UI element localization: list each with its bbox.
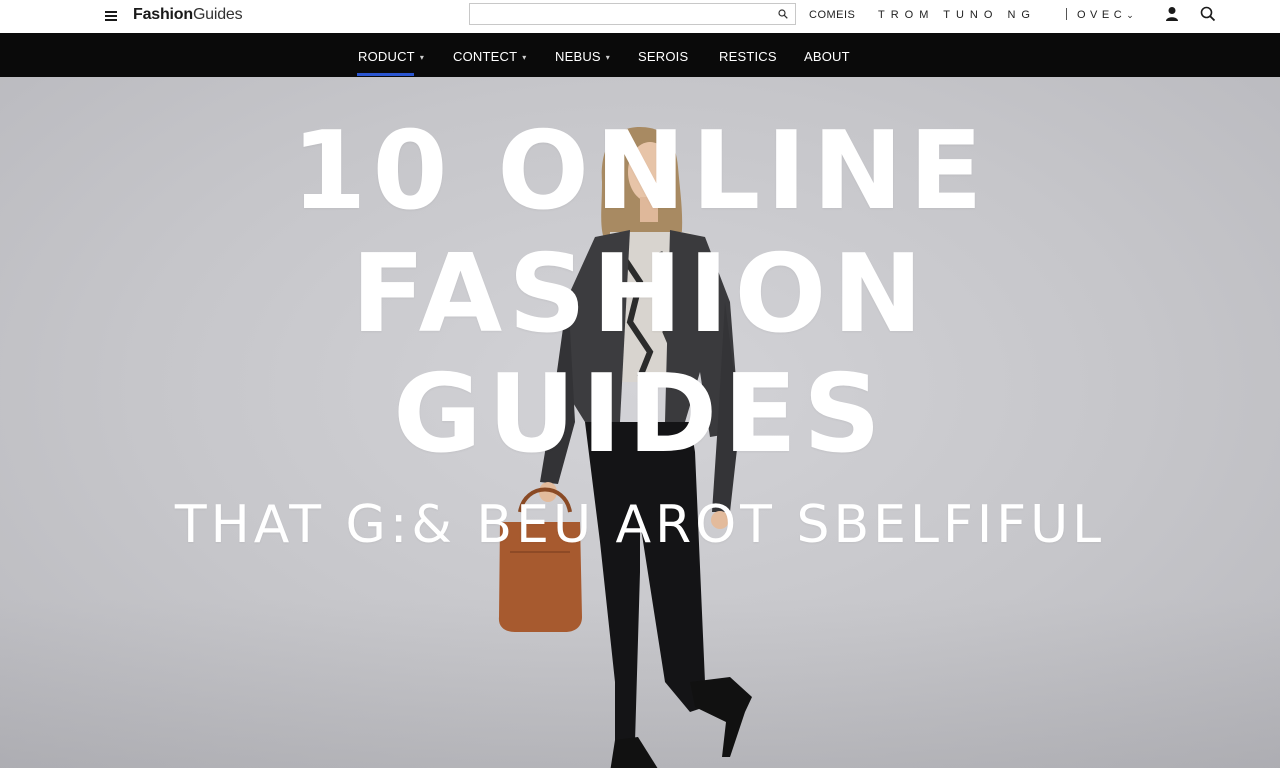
nav-item-restics[interactable]: RESTICS [719, 49, 777, 64]
nav-item-label: ABOUT [804, 49, 850, 64]
nav-item-about[interactable]: ABOUT [804, 49, 850, 64]
hero-banner: 10 ONLINE FASHION GUIDES THAT G:& BEU AR… [0, 77, 1280, 768]
logo-bold: Fashion [133, 6, 193, 23]
user-icon[interactable] [1165, 6, 1179, 22]
nav-item-label: SEROIS [638, 49, 689, 64]
hero-headline-line-1: 10 ONLINE [291, 109, 989, 234]
hero-headline-line-3: GUIDES [393, 352, 887, 477]
hero-headline-line-2: FASHION [351, 232, 929, 357]
main-nav: RODUCT ▾ CONTECT ▾ NEBUS ▾ SEROIS RESTICS A… [0, 33, 1280, 77]
top-link-comeis[interactable]: COMEIS [809, 9, 855, 21]
nav-item-nebus[interactable]: NEBUS ▾ [555, 49, 610, 64]
top-divider [1066, 8, 1067, 20]
top-link-ovec-label: OVEC [1077, 9, 1127, 21]
nav-item-contect[interactable]: CONTECT ▾ [453, 49, 526, 64]
nav-item-label: CONTECT [453, 49, 518, 64]
top-link-ovec[interactable]: OVEC⌄ [1077, 9, 1138, 21]
hero-subheadline: THAT G:& BEU AROT SBELFIFUL [174, 495, 1106, 555]
search-box[interactable] [469, 3, 796, 25]
nav-item-label: NEBUS [555, 49, 601, 64]
chevron-down-icon: ⌄ [1126, 10, 1139, 20]
chevron-down-icon: ▾ [522, 53, 527, 62]
logo-rest: Guides [192, 6, 243, 23]
nav-item-label: RESTICS [719, 49, 777, 64]
chevron-down-icon: ▾ [419, 53, 425, 62]
top-bar: FashionGuides COMEIS TROM TUNO NG OVEC⌄ [0, 0, 1280, 33]
top-link-trom-tuno-ng[interactable]: TROM TUNO NG [878, 9, 1036, 21]
search-icon[interactable] [778, 9, 788, 19]
search-input[interactable] [470, 4, 770, 24]
nav-active-indicator [357, 73, 414, 76]
menu-icon[interactable] [103, 9, 120, 23]
chevron-down-icon: ▾ [605, 53, 611, 62]
nav-item-roduct[interactable]: RODUCT ▾ [358, 49, 424, 64]
nav-item-serois[interactable]: SEROIS [638, 49, 688, 64]
search-icon[interactable] [1200, 6, 1216, 22]
site-logo[interactable]: FashionGuides [133, 6, 243, 24]
nav-item-label: RODUCT [358, 49, 415, 64]
